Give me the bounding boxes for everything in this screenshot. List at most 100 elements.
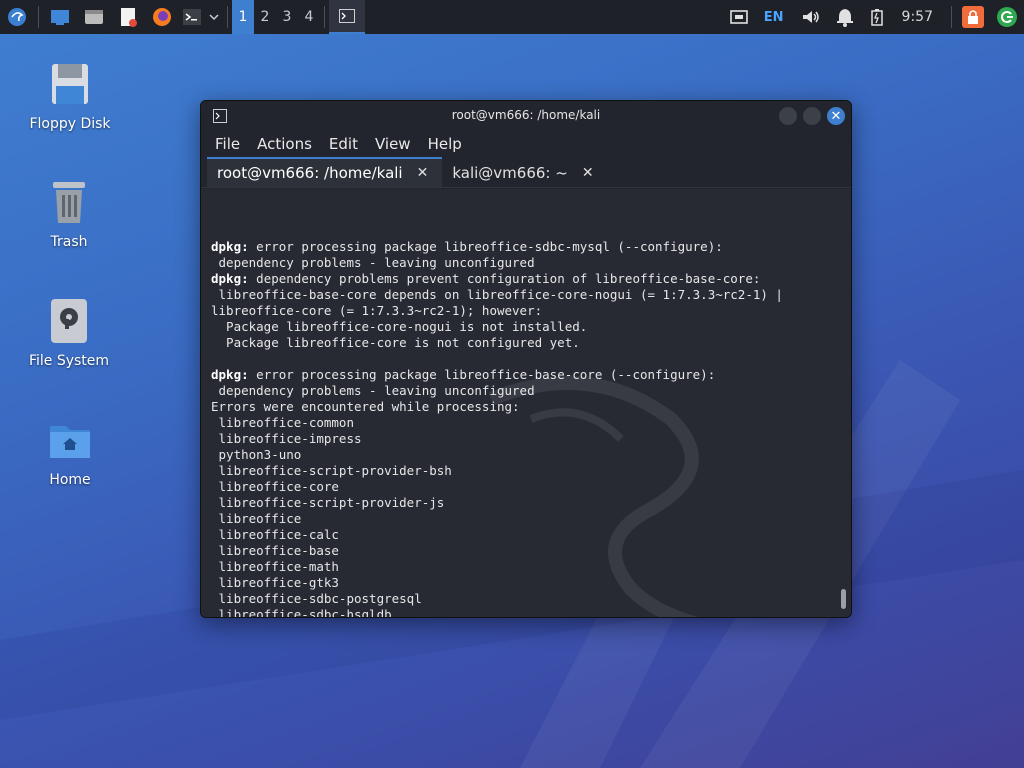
workspace-2[interactable]: 2 [254, 0, 276, 34]
tab-close-icon[interactable]: ✕ [582, 165, 594, 181]
console-line-text: dependency problems - leaving unconfigur… [211, 383, 535, 398]
menu-help[interactable]: Help [428, 135, 462, 153]
console-line: libreoffice-script-provider-bsh [211, 463, 841, 479]
console-line-text: error processing package libreoffice-bas… [248, 367, 716, 382]
terminal-task-button[interactable] [329, 0, 365, 34]
menu-bar: File Actions Edit View Help [201, 131, 851, 157]
console-line: Package libreoffice-core-nogui is not in… [211, 319, 841, 335]
dropdown-chevron-icon[interactable] [205, 0, 223, 34]
console-line-text: libreoffice-sdbc-postgresql [211, 591, 422, 606]
console-line-text: Errors were encountered while processing… [211, 399, 520, 414]
volume-icon[interactable] [794, 0, 828, 34]
logout-icon[interactable] [990, 0, 1024, 34]
kali-menu-icon[interactable] [0, 0, 34, 34]
menu-edit[interactable]: Edit [329, 135, 358, 153]
console-line: dpkg: error processing package libreoffi… [211, 239, 841, 255]
panel-tray: EN 9:57 [724, 0, 1024, 34]
terminal-task-icon [339, 9, 355, 23]
menu-view[interactable]: View [375, 135, 411, 153]
workspace-4[interactable]: 4 [298, 0, 320, 34]
scrollbar-thumb[interactable] [841, 589, 846, 609]
close-button[interactable]: ✕ [827, 107, 845, 125]
terminal-output[interactable]: dpkg: error processing package libreoffi… [201, 189, 851, 617]
tab-label: root@vm666: /home/kali [217, 164, 403, 182]
file-manager-icon[interactable] [77, 0, 111, 34]
console-line: libreoffice-sdbc-postgresql [211, 591, 841, 607]
console-line: libreoffice-core (= 1:7.3.3~rc2-1); howe… [211, 303, 841, 319]
console-line: libreoffice-core [211, 479, 841, 495]
trash-icon [45, 178, 93, 226]
text-editor-icon[interactable] [111, 0, 145, 34]
show-desktop-icon[interactable] [43, 0, 77, 34]
notification-bell-icon[interactable] [828, 0, 862, 34]
console-line: libreoffice-math [211, 559, 841, 575]
maximize-button[interactable] [803, 107, 821, 125]
console-line-text: libreoffice-gtk3 [211, 575, 339, 590]
desktop-icon-trash[interactable]: Trash [9, 178, 129, 250]
desktop-icon-home[interactable]: Home [10, 416, 130, 488]
battery-icon[interactable] [862, 0, 892, 34]
window-controls: ✕ [779, 107, 845, 125]
console-line: libreoffice-impress [211, 431, 841, 447]
console-line-text: libreoffice-script-provider-bsh [211, 463, 452, 478]
network-icon[interactable] [724, 0, 754, 34]
console-line: libreoffice-script-provider-js [211, 495, 841, 511]
console-line-prefix: dpkg: [211, 271, 249, 286]
keyboard-layout-indicator[interactable]: EN [764, 10, 784, 25]
console-line-text: libreoffice-core [211, 479, 339, 494]
console-line: Package libreoffice-core is not configur… [211, 335, 841, 351]
console-line-text: libreoffice-math [211, 559, 339, 574]
console-line-text: libreoffice-calc [211, 527, 339, 542]
desktop-icon-label: Trash [50, 234, 88, 250]
console-line: libreoffice-base [211, 543, 841, 559]
console-line-prefix: dpkg: [211, 367, 249, 382]
menu-file[interactable]: File [215, 135, 240, 153]
panel-clock[interactable]: 9:57 [902, 9, 933, 25]
window-titlebar[interactable]: root@vm666: /home/kali ✕ [201, 101, 851, 131]
menu-actions[interactable]: Actions [257, 135, 312, 153]
minimize-button[interactable] [779, 107, 797, 125]
tab-kali[interactable]: kali@vm666: ~ ✕ [442, 159, 607, 187]
console-line-text: libreoffice-core (= 1:7.3.3~rc2-1); howe… [211, 303, 543, 318]
tab-close-icon[interactable]: ✕ [417, 165, 429, 181]
hard-drive-icon [45, 297, 93, 345]
console-line-text: libreoffice-common [211, 415, 354, 430]
desktop-icon-label: File System [28, 353, 110, 369]
tab-label: kali@vm666: ~ [452, 164, 568, 182]
home-folder-icon [46, 416, 94, 464]
lock-screen-icon[interactable] [956, 0, 990, 34]
console-line-text: Package libreoffice-core-nogui is not in… [211, 319, 588, 334]
console-line-text: libreoffice-impress [211, 431, 362, 446]
top-panel: 1 2 3 4 EN 9:57 [0, 0, 1024, 34]
floppy-disk-icon [46, 60, 94, 108]
firefox-icon[interactable] [145, 0, 179, 34]
console-line-text: libreoffice-base-core depends on libreof… [211, 287, 783, 302]
workspace-1[interactable]: 1 [232, 0, 254, 34]
console-line: libreoffice-base-core depends on libreof… [211, 287, 841, 303]
console-line: dpkg: error processing package libreoffi… [211, 367, 841, 383]
tab-root[interactable]: root@vm666: /home/kali ✕ [207, 157, 443, 187]
console-line: dependency problems - leaving unconfigur… [211, 255, 841, 271]
console-line-text: libreoffice-sdbc-hsqldb [211, 607, 392, 617]
console-line: Errors were encountered while processing… [211, 399, 841, 415]
console-line-text: libreoffice-script-provider-js [211, 495, 445, 510]
panel-separator [951, 6, 952, 28]
console-line: libreoffice-common [211, 415, 841, 431]
workspace-3[interactable]: 3 [276, 0, 298, 34]
terminal-icon[interactable] [179, 0, 205, 34]
console-line-text: libreoffice-base [211, 543, 339, 558]
console-line: python3-uno [211, 447, 841, 463]
console-line-text: python3-uno [211, 447, 302, 462]
terminal-window[interactable]: root@vm666: /home/kali ✕ File Actions Ed… [200, 100, 852, 618]
console-line: dpkg: dependency problems prevent config… [211, 271, 841, 287]
console-line-text: Package libreoffice-core is not configur… [211, 335, 580, 350]
panel-separator [38, 6, 39, 28]
console-line-prefix: dpkg: [211, 239, 249, 254]
console-line: libreoffice-calc [211, 527, 841, 543]
desktop-icon-floppy-disk[interactable]: Floppy Disk [10, 60, 130, 132]
console-line: libreoffice-gtk3 [211, 575, 841, 591]
desktop-icon-file-system[interactable]: File System [9, 297, 129, 369]
desktop-icon-label: Floppy Disk [29, 116, 111, 132]
console-line-text: dependency problems - leaving unconfigur… [211, 255, 535, 270]
console-line: libreoffice-sdbc-hsqldb [211, 607, 841, 617]
